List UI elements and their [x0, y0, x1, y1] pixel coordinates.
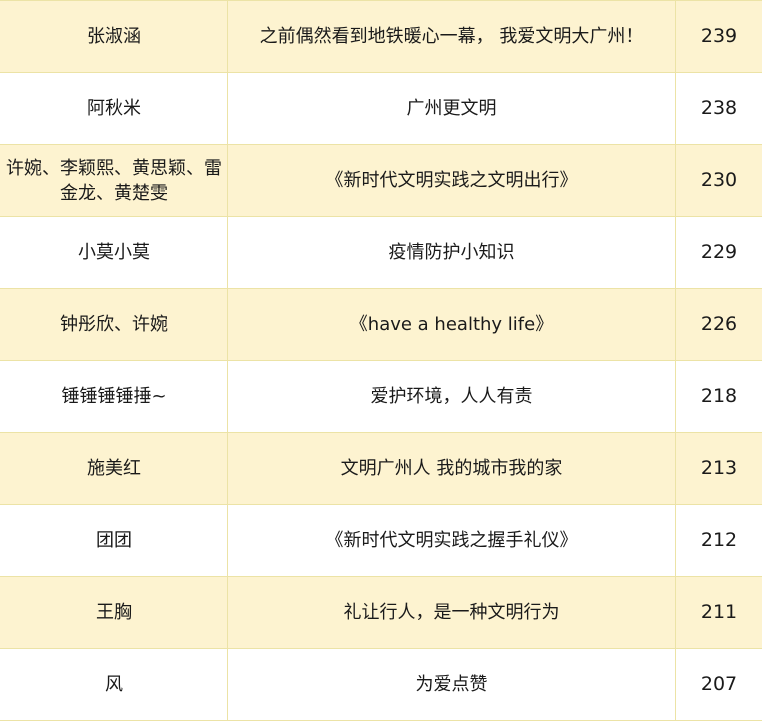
votes-cell: 226 — [675, 288, 762, 361]
title-cell: 文明广州人 我的城市我的家 — [227, 432, 676, 505]
author-cell: 阿秋米 — [0, 72, 228, 145]
votes-cell: 211 — [675, 576, 762, 649]
vote-ranking-table: 张淑涵 之前偶然看到地铁暖心一幕， 我爱文明大广州！ 239 阿秋米 广州更文明… — [0, 0, 762, 721]
votes-cell: 213 — [675, 432, 762, 505]
table-row: 阿秋米 广州更文明 238 — [0, 72, 762, 145]
title-cell: 《新时代文明实践之握手礼仪》 — [227, 504, 676, 577]
title-cell: 《新时代文明实践之文明出行》 — [227, 144, 676, 217]
table-row: 小莫小莫 疫情防护小知识 229 — [0, 216, 762, 289]
title-cell: 广州更文明 — [227, 72, 676, 145]
votes-cell: 207 — [675, 648, 762, 721]
author-cell: 钟彤欣、许婉 — [0, 288, 228, 361]
title-cell: 礼让行人，是一种文明行为 — [227, 576, 676, 649]
title-cell: 《have a healthy life》 — [227, 288, 676, 361]
votes-cell: 218 — [675, 360, 762, 433]
author-cell: 风 — [0, 648, 228, 721]
table-row: 风 为爱点赞 207 — [0, 648, 762, 721]
author-cell: 小莫小莫 — [0, 216, 228, 289]
title-cell: 疫情防护小知识 — [227, 216, 676, 289]
author-cell: 王胸 — [0, 576, 228, 649]
votes-cell: 230 — [675, 144, 762, 217]
votes-cell: 212 — [675, 504, 762, 577]
table-body: 张淑涵 之前偶然看到地铁暖心一幕， 我爱文明大广州！ 239 阿秋米 广州更文明… — [0, 0, 762, 721]
author-cell: 张淑涵 — [0, 0, 228, 73]
table-row: 施美红 文明广州人 我的城市我的家 213 — [0, 432, 762, 505]
table-row: 团团 《新时代文明实践之握手礼仪》 212 — [0, 504, 762, 577]
table-row: 锤锤锤锤捶~ 爱护环境，人人有责 218 — [0, 360, 762, 433]
author-cell: 团团 — [0, 504, 228, 577]
table-row: 钟彤欣、许婉 《have a healthy life》 226 — [0, 288, 762, 361]
table-row: 张淑涵 之前偶然看到地铁暖心一幕， 我爱文明大广州！ 239 — [0, 0, 762, 73]
title-cell: 之前偶然看到地铁暖心一幕， 我爱文明大广州！ — [227, 0, 676, 73]
table-row: 王胸 礼让行人，是一种文明行为 211 — [0, 576, 762, 649]
table-row: 许婉、李颖熙、黄思颖、雷金龙、黄楚雯 《新时代文明实践之文明出行》 230 — [0, 144, 762, 217]
author-cell: 施美红 — [0, 432, 228, 505]
title-cell: 为爱点赞 — [227, 648, 676, 721]
votes-cell: 239 — [675, 0, 762, 73]
votes-cell: 238 — [675, 72, 762, 145]
author-cell: 锤锤锤锤捶~ — [0, 360, 228, 433]
author-cell: 许婉、李颖熙、黄思颖、雷金龙、黄楚雯 — [0, 144, 228, 217]
votes-cell: 229 — [675, 216, 762, 289]
title-cell: 爱护环境，人人有责 — [227, 360, 676, 433]
